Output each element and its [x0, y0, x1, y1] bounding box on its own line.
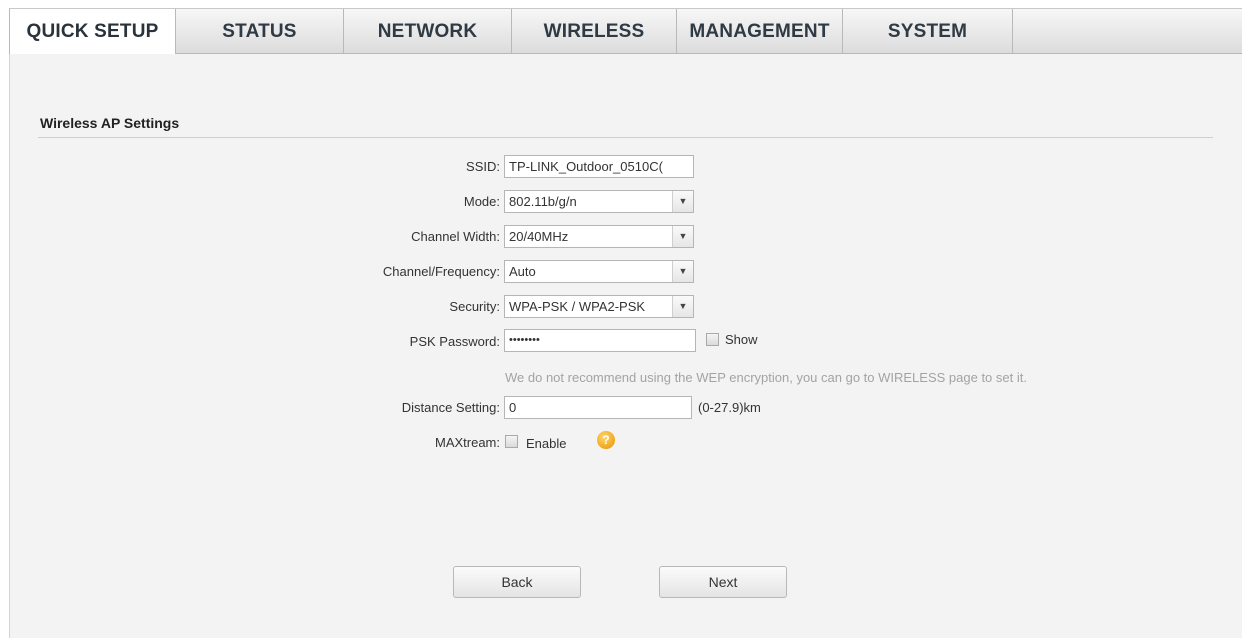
distance-setting-input[interactable]: 0 — [504, 396, 692, 419]
channel-frequency-select-value: Auto — [509, 264, 536, 279]
security-select-value: WPA-PSK / WPA2-PSK — [509, 299, 646, 314]
mode-select[interactable]: 802.11b/g/n ▼ — [504, 190, 694, 213]
tab-system[interactable]: SYSTEM — [843, 9, 1013, 54]
channel-frequency-label: Channel/Frequency: — [382, 264, 500, 279]
mode-label: Mode: — [463, 194, 500, 209]
nav-filler — [1013, 9, 1242, 54]
psk-password-input[interactable]: •••••••• — [504, 329, 696, 352]
chevron-down-icon[interactable]: ▼ — [672, 191, 693, 212]
chevron-down-icon[interactable]: ▼ — [672, 226, 693, 247]
chevron-down-icon[interactable]: ▼ — [672, 296, 693, 317]
tab-network[interactable]: NETWORK — [344, 9, 512, 54]
distance-range-text: (0-27.9)km — [698, 400, 761, 415]
channel-width-select[interactable]: 20/40MHz ▼ — [504, 225, 694, 248]
top-navigation: QUICK SETUP STATUS NETWORK WIRELESS MANA… — [9, 8, 1242, 55]
section-title: Wireless AP Settings — [40, 115, 180, 131]
channel-width-select-value: 20/40MHz — [509, 229, 569, 244]
tab-wireless[interactable]: WIRELESS — [512, 9, 677, 54]
maxtream-enable-label: Enable — [526, 436, 567, 451]
tab-quick-setup[interactable]: QUICK SETUP — [9, 9, 176, 55]
section-divider — [38, 137, 1213, 138]
security-label: Security: — [449, 299, 500, 314]
chevron-down-icon[interactable]: ▼ — [672, 261, 693, 282]
ssid-input[interactable]: TP-LINK_Outdoor_0510C( — [504, 155, 694, 178]
security-select[interactable]: WPA-PSK / WPA2-PSK ▼ — [504, 295, 694, 318]
channel-frequency-select[interactable]: Auto ▼ — [504, 260, 694, 283]
show-password-checkbox[interactable] — [706, 333, 719, 346]
channel-width-label: Channel Width: — [411, 229, 500, 244]
mode-select-value: 802.11b/g/n — [509, 194, 577, 209]
help-icon[interactable]: ? — [597, 431, 615, 449]
tab-management[interactable]: MANAGEMENT — [677, 9, 843, 54]
back-button[interactable]: Back — [453, 566, 581, 598]
show-password-label: Show — [725, 332, 758, 347]
distance-setting-label: Distance Setting: — [401, 400, 500, 415]
tab-status[interactable]: STATUS — [176, 9, 344, 54]
maxtream-enable-checkbox[interactable] — [505, 435, 518, 448]
ssid-label: SSID: — [466, 159, 500, 174]
maxtream-label: MAXtream: — [434, 435, 500, 450]
next-button[interactable]: Next — [659, 566, 787, 598]
psk-password-label: PSK Password: — [409, 334, 500, 349]
wep-hint-text: We do not recommend using the WEP encryp… — [505, 370, 1027, 385]
